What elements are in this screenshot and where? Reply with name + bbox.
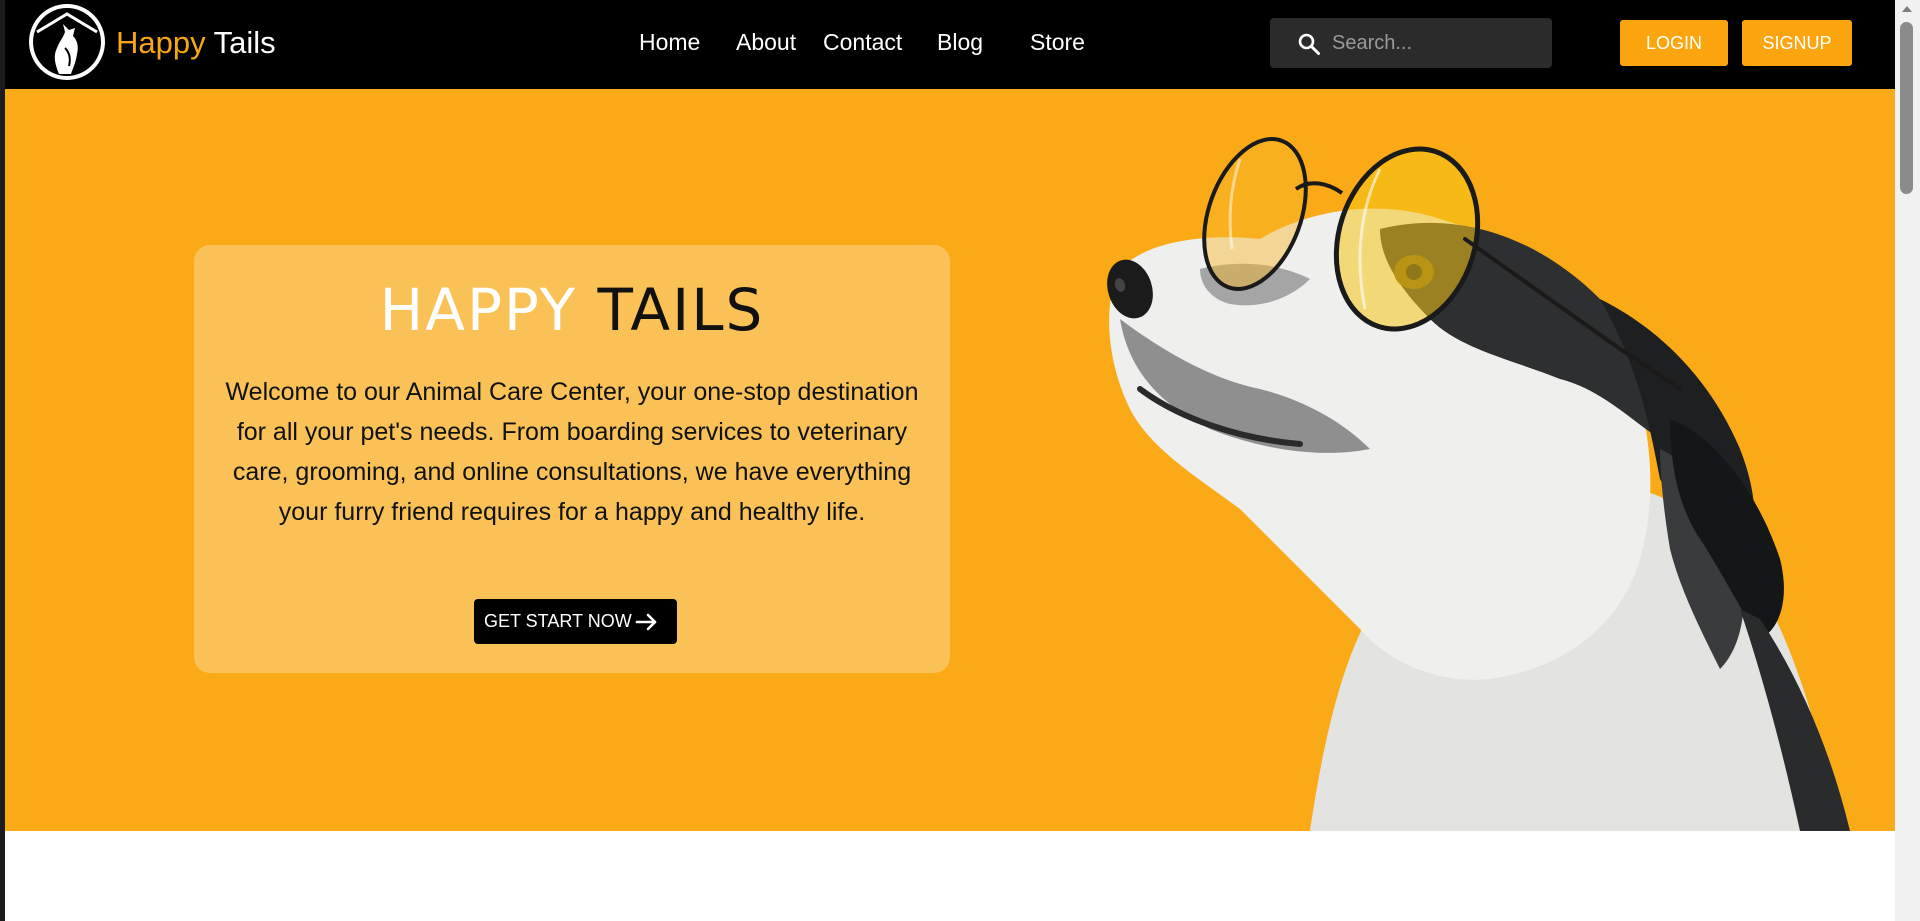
get-started-label: GET START NOW xyxy=(484,611,632,631)
brand-name-part1: Happy xyxy=(116,25,206,60)
brand-name-part2: Tails xyxy=(213,25,276,60)
search-input[interactable] xyxy=(1332,18,1542,68)
page-scrollbar[interactable] xyxy=(1895,0,1920,921)
login-button[interactable]: LOGIN xyxy=(1620,20,1728,66)
dog-silhouette-icon xyxy=(33,8,101,76)
navbar: Happy Tails Home About Contact Blog Stor… xyxy=(5,0,1895,89)
arrow-right-icon xyxy=(635,613,657,631)
hero-card: HAPPY TAILS Welcome to our Animal Care C… xyxy=(194,245,950,673)
get-started-button[interactable]: GET START NOW xyxy=(474,599,677,644)
hero-section: HAPPY TAILS Welcome to our Animal Care C… xyxy=(5,89,1895,831)
logo[interactable] xyxy=(29,4,105,80)
page: Happy Tails Home About Contact Blog Stor… xyxy=(0,0,1920,921)
hero-title-part1: HAPPY xyxy=(379,276,578,344)
nav-link-contact[interactable]: Contact xyxy=(823,27,902,57)
nav-link-home[interactable]: Home xyxy=(639,27,700,57)
brand-name[interactable]: Happy Tails xyxy=(116,24,276,62)
search-icon[interactable] xyxy=(1297,32,1321,56)
signup-button[interactable]: SIGNUP xyxy=(1742,20,1852,66)
hero-title-part2: TAILS xyxy=(597,276,765,344)
hero-description: Welcome to our Animal Care Center, your … xyxy=(225,378,919,526)
nav-link-about[interactable]: About xyxy=(736,27,796,57)
scroll-up-arrow-icon[interactable] xyxy=(1902,6,1912,12)
search-box xyxy=(1270,18,1552,68)
scroll-thumb[interactable] xyxy=(1900,22,1913,194)
nav-link-blog[interactable]: Blog xyxy=(937,27,983,57)
dog-with-glasses-image xyxy=(1107,137,1850,831)
hero-title: HAPPY TAILS xyxy=(194,275,950,345)
nav-link-store[interactable]: Store xyxy=(1030,27,1085,57)
